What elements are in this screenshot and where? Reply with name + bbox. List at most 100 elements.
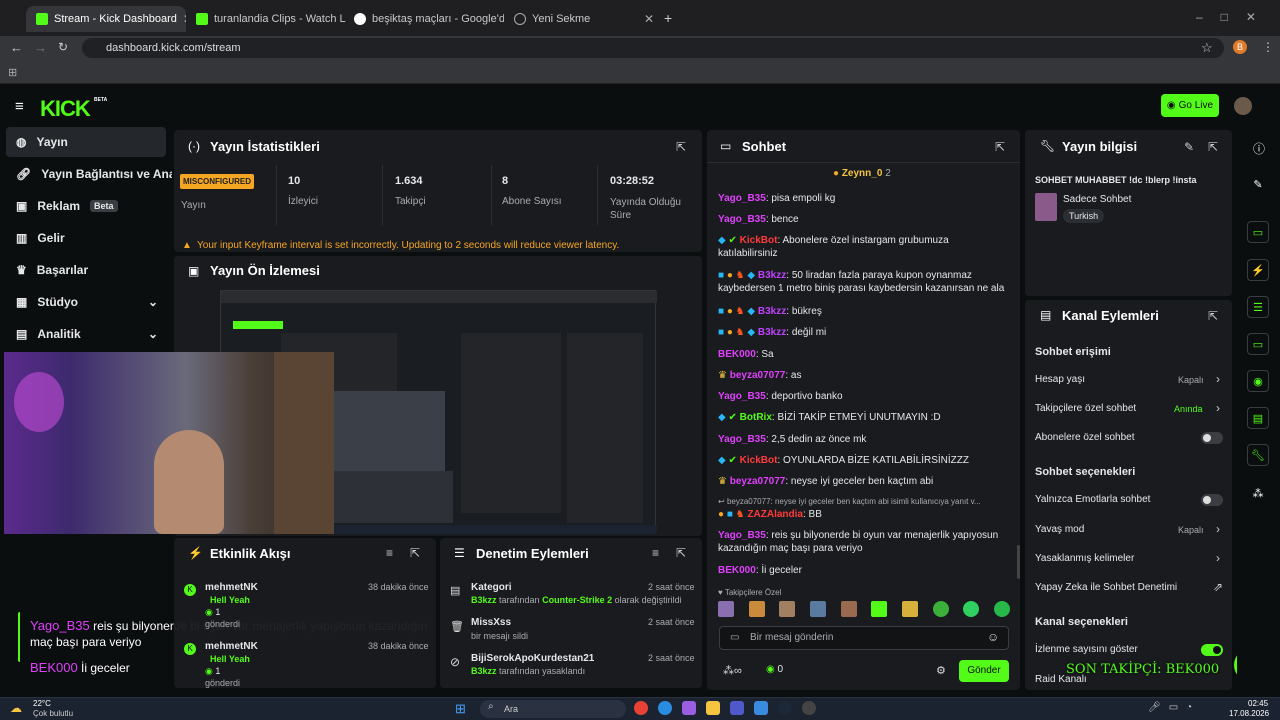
clock-time[interactable]: 02:45 [1248,699,1268,708]
emote[interactable] [963,601,980,617]
points-counter[interactable]: ◉ 0 [766,664,783,675]
taskbar-search[interactable]: Ara [480,700,626,718]
windows-start-icon[interactable]: ⊞ [455,701,466,717]
pinned-gifter[interactable]: ● Zeynn_0 2 [833,168,891,179]
subs-only-toggle[interactable] [1201,432,1223,444]
user-avatar[interactable] [1234,97,1252,115]
back-icon[interactable]: ← [10,40,23,55]
window-controls[interactable]: –□✕ [1196,10,1274,24]
explorer-app-icon[interactable] [706,701,720,715]
chat-message[interactable]: ♛ beyza07077: neyse iyi geceler ben kaçt… [718,475,1008,488]
chat-message[interactable]: Yago_B35: deportivo banko [718,390,1008,403]
popout-icon[interactable]: ⇱ [410,546,420,560]
browser-tab[interactable]: beşiktaş maçları - Google'da Ar✕ [344,6,504,32]
chat-message[interactable]: ◆ ✔ KickBot: OYUNLARDA BİZE KATILABİLİRS… [718,454,1008,467]
clock-date[interactable]: 17.08.2026 [1229,709,1269,718]
followers-only-label[interactable]: Takipçilere özel sohbet [1035,403,1136,414]
sidebar-item-reklam[interactable]: ▣ Reklam Beta [6,191,166,221]
emoji-icon[interactable]: ☺ [987,630,999,644]
forward-icon[interactable]: → [34,40,47,55]
chat-message[interactable]: Yago_B35: bence [718,213,1008,226]
weather-desc[interactable]: Çok bulutlu [33,709,73,718]
browser-tab[interactable]: turanlandia Clips - Watch Live o✕ [186,6,346,32]
close-icon[interactable]: ✕ [644,12,654,26]
new-tab-button[interactable]: + [664,10,672,26]
popout-icon[interactable]: ⇱ [676,546,686,560]
info-icon[interactable]: ⓘ [1253,140,1265,157]
ai-moderation-label[interactable]: Yapay Zeka ile Sohbet Denetimi [1035,582,1177,593]
popout-icon[interactable]: ⇱ [1208,309,1218,323]
weather-temp[interactable]: 22°C [33,699,51,708]
edge-app-icon[interactable] [658,701,672,715]
popout-icon[interactable]: ⇱ [1208,140,1218,154]
channel-icon[interactable]: ▤ [1247,407,1269,429]
kick-logo[interactable]: KICK [40,96,91,122]
followers-only-value[interactable]: Anında [1174,404,1203,414]
copilot-app-icon[interactable] [682,701,696,715]
broadcast-icon[interactable]: ◉ [1247,370,1269,392]
chat-message[interactable]: Yago_B35: pisa empoli kg [718,192,1008,205]
chat-message[interactable]: ■ ● ♞ ◆ B3kzz: bükreş [718,305,1008,318]
popout-icon[interactable]: ⇱ [995,140,1005,154]
emote[interactable] [901,601,918,617]
sidebar-item-analitik[interactable]: ▤ Analitik ⌄ [6,319,166,349]
add-widget-icon[interactable]: ⁂ [1247,482,1269,504]
sidebar-item-yayin[interactable]: ◍ Yayın [6,127,166,157]
emote[interactable] [809,601,826,617]
emote[interactable] [840,601,857,617]
sidebar-item-basarilar[interactable]: ♛ Başarılar [6,255,166,285]
chat-message[interactable]: BEK000: Sa [718,348,1008,361]
slow-mode-value[interactable]: Kapalı [1178,525,1204,535]
slow-mode-label[interactable]: Yavaş mod [1035,524,1084,535]
reload-icon[interactable]: ↻ [58,40,68,54]
steam-app-icon[interactable] [778,701,792,715]
filter-icon[interactable]: ≡ [386,546,393,560]
list-icon[interactable]: ☰ [1247,296,1269,318]
chat-message[interactable]: BEK000: İi geceler [718,564,1008,577]
chat-message[interactable]: Yago_B35: 2,5 dedin az önce mk [718,433,1008,446]
system-tray-icons[interactable]: 🎤︎▭◔ [1148,702,1200,713]
hamburger-icon[interactable]: ≡ [15,98,24,115]
banned-words-label[interactable]: Yasaklanmış kelimeler [1035,553,1134,564]
chevron-right-icon[interactable]: › [1216,522,1220,536]
star-icon[interactable]: ☆ [1201,40,1213,56]
account-age-label[interactable]: Hesap yaşı [1035,374,1085,385]
menu-dots-icon[interactable]: ⋮ [1262,40,1274,54]
edit-icon[interactable]: ✎ [1247,173,1269,195]
chevron-right-icon[interactable]: › [1216,551,1220,565]
chat-message[interactable]: ◆ ✔ KickBot: Abonelere özel instargam gr… [718,234,1008,260]
infinity-icon[interactable]: ⁂∞ [723,664,742,677]
apps-grid-icon[interactable]: ⊞ [8,66,17,79]
chat-message[interactable]: Yago_B35: reis şu bilyonerde bi oyun var… [718,529,1008,555]
chat-input-placeholder[interactable]: Bir mesaj gönderin [750,632,833,643]
sidebar-item-stream-key[interactable]: 🔗︎Yayın Bağlantısı ve Anahtar [6,159,172,189]
sidebar-item-studyo[interactable]: ▦ Stüdyo ⌄ [6,287,166,317]
filter-icon[interactable]: ≡ [652,546,659,560]
chat-message[interactable]: ♛ beyza07077: as [718,369,1008,382]
chat-message[interactable]: ◆ ✔ BotRix: BİZİ TAKİP ETMEYİ UNUTMAYIN … [718,411,1008,424]
emote[interactable] [779,601,796,617]
chat-message[interactable]: ■ ● ♞ ◆ B3kzz: 50 liradan fazla paraya k… [718,269,1008,295]
chevron-right-icon[interactable]: › [1216,372,1220,386]
weather-icon[interactable]: ☁ [10,701,22,715]
show-viewers-toggle[interactable] [1201,644,1223,656]
send-button[interactable]: Gönder [959,660,1009,682]
browser-tab[interactable]: Yeni Sekme ✕ [504,6,664,32]
chrome-app-icon[interactable] [634,701,648,715]
browser-tab[interactable]: Stream - Kick Dashboard✕ [26,6,186,32]
chevron-right-icon[interactable]: › [1216,401,1220,415]
account-age-value[interactable]: Kapalı [1178,375,1204,385]
teams-app-icon[interactable] [730,701,744,715]
sidebar-item-gelir[interactable]: ▥ Gelir [6,223,166,253]
obs-app-icon[interactable] [802,701,816,715]
category-name[interactable]: Sadece Sohbet [1063,194,1131,205]
settings-icon[interactable]: ⚙ [936,664,946,677]
profile-avatar[interactable]: B [1233,40,1247,54]
chat-message[interactable]: ■ ● ♞ ◆ B3kzz: değil mi [718,326,1008,339]
edit-icon[interactable]: ✎ [1184,140,1194,154]
emote[interactable] [748,601,765,617]
chat-icon[interactable]: ▭ [1247,333,1269,355]
chat-message[interactable]: ● ■ ♞ ZAZAlandia: BB [718,508,1008,521]
lightning-icon[interactable]: ⚡ [1247,259,1269,281]
card-icon[interactable]: ▭ [1247,221,1269,243]
